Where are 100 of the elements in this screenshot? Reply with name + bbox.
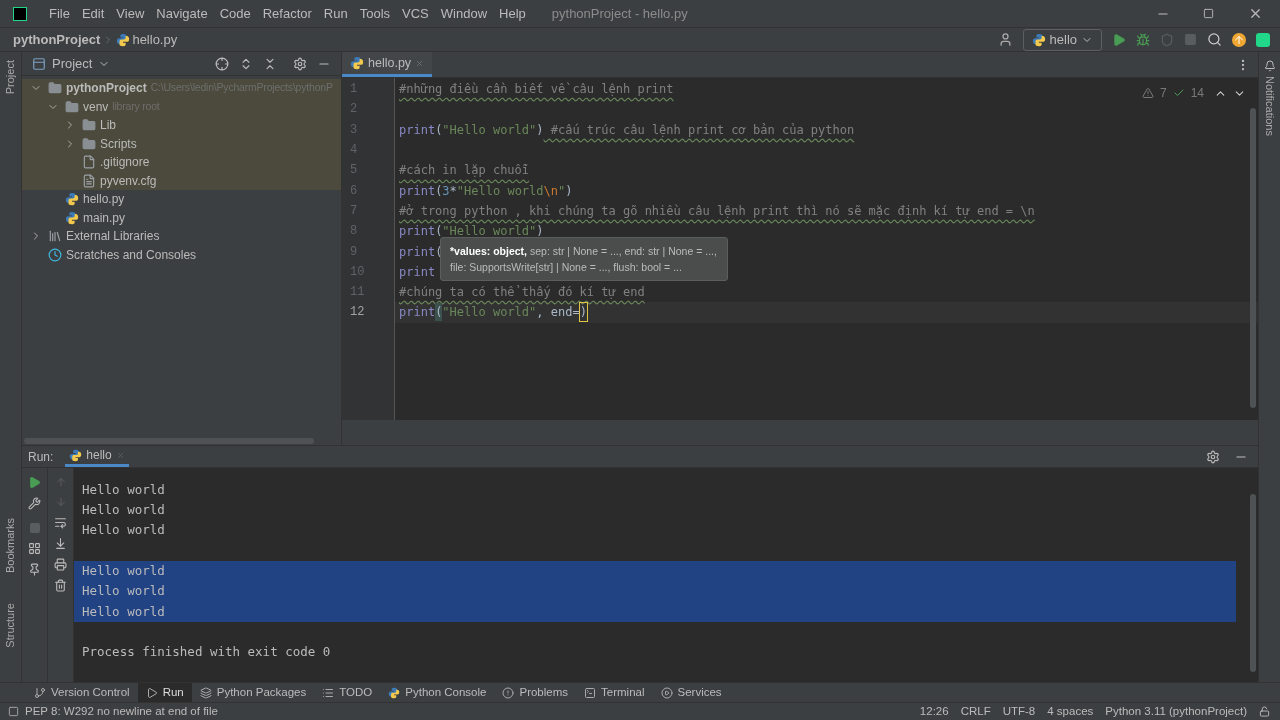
wrap-icon[interactable] (54, 516, 67, 529)
menu-item[interactable]: Navigate (150, 3, 214, 24)
side-strip-tab[interactable]: Structure (2, 603, 19, 648)
tool-window-tab[interactable]: Run (137, 683, 192, 702)
folder-icon (48, 81, 62, 96)
settings-icon[interactable] (293, 56, 307, 71)
check-count[interactable]: 14 (1190, 84, 1204, 102)
menu-item[interactable]: Edit (75, 3, 111, 24)
tool-window-tab[interactable]: TODO (314, 683, 381, 702)
tool-window-tab[interactable]: Terminal (576, 683, 653, 702)
tree-item-label: External Libraries (66, 228, 160, 246)
debug-icon[interactable] (1136, 32, 1150, 47)
user-icon[interactable] (997, 32, 1013, 47)
run-config-dropdown[interactable]: hello (1022, 28, 1102, 51)
tree-item[interactable]: hello.py (22, 190, 341, 209)
scrollbar[interactable] (24, 438, 314, 444)
settings-icon[interactable] (1206, 449, 1220, 464)
menu-item[interactable]: Help (493, 3, 532, 24)
status-item[interactable]: UTF-8 (1002, 702, 1036, 720)
code-token: #cấu trúc câu lệnh print cơ bản của python (549, 121, 855, 139)
console-output: Hello world (82, 501, 165, 520)
layers-icon (199, 686, 212, 699)
project-strip-tab[interactable]: Project (2, 60, 19, 95)
scrollbar[interactable] (1250, 494, 1256, 672)
editor-tab[interactable]: hello.py (342, 52, 433, 77)
tool-window-tab[interactable]: Problems (494, 683, 577, 702)
menu-item[interactable]: Window (434, 3, 494, 24)
print-icon[interactable] (54, 558, 67, 571)
tree-item[interactable]: main.py (22, 208, 341, 227)
layout-icon[interactable] (28, 542, 41, 555)
search-icon[interactable] (1207, 32, 1222, 47)
code-token: " (558, 182, 566, 200)
scroll-end-icon[interactable] (54, 537, 67, 550)
alert-icon (502, 686, 515, 699)
panel-toggle-icon[interactable] (8, 706, 19, 717)
warning-icon[interactable] (1141, 87, 1154, 99)
tool-window-tab[interactable]: Python Packages (191, 683, 315, 702)
scrollbar[interactable] (1250, 108, 1256, 408)
menu-item[interactable]: Run (317, 3, 354, 24)
menu-item[interactable]: File (43, 3, 76, 24)
status-item[interactable]: CRLF (960, 702, 991, 720)
check-icon[interactable] (1172, 87, 1185, 99)
console-output: Hello world (82, 521, 165, 540)
menu-item[interactable]: Code (213, 3, 257, 24)
code-token: ( (435, 182, 443, 200)
update-icon[interactable] (1232, 32, 1246, 47)
code-token: print (399, 121, 436, 139)
status-item[interactable]: 4 spaces (1047, 702, 1094, 720)
notifications-strip-tab[interactable]: Notifications (1261, 76, 1278, 136)
code-token: #những điều cần biết về câu lệnh print (399, 81, 674, 99)
run-panel-label: Run: (28, 448, 54, 466)
list-icon (322, 686, 335, 699)
tree-item[interactable]: .gitignore (22, 153, 341, 172)
wrench-icon[interactable] (28, 497, 41, 510)
tree-item[interactable]: Scratches and Consoles (22, 245, 341, 264)
code-token: #cách in lặp chuỗi (399, 162, 530, 180)
side-strip-tab[interactable]: Bookmarks (2, 518, 19, 574)
warning-count[interactable]: 7 (1159, 84, 1167, 102)
tool-window-tab[interactable]: Python Console (380, 683, 495, 702)
breadcrumb-file[interactable]: hello.py (132, 29, 178, 50)
folder-icon (82, 136, 96, 151)
code-token: ( (435, 243, 443, 261)
tree-item[interactable]: External Libraries (22, 227, 341, 246)
menu-item[interactable]: Refactor (256, 3, 318, 24)
code-token: ) (579, 303, 587, 322)
breadcrumb-project[interactable]: pythonProject (13, 29, 101, 50)
menu-item[interactable]: View (110, 3, 151, 24)
locate-icon[interactable] (215, 56, 229, 71)
console-output: Hello world (82, 561, 165, 580)
console-output: Hello world (82, 480, 165, 499)
ide-logo[interactable] (1256, 32, 1270, 47)
code-token: * (449, 182, 457, 200)
menu-item[interactable]: Tools (353, 3, 397, 24)
rerun-icon[interactable] (28, 476, 41, 489)
panel-title[interactable]: Project (52, 53, 93, 74)
code-token: 3 (442, 182, 450, 200)
bell-icon[interactable] (1263, 60, 1276, 72)
run-icon[interactable] (1112, 32, 1126, 47)
lock-icon[interactable] (1259, 706, 1270, 717)
tree-item[interactable]: Lib (22, 116, 341, 135)
code-token: ) (536, 223, 544, 241)
collapse-all-icon[interactable] (263, 56, 277, 71)
maximize-icon[interactable] (1203, 8, 1214, 19)
python-file-icon (1031, 32, 1046, 47)
pin-icon[interactable] (28, 563, 41, 576)
python-file-icon (69, 448, 83, 462)
code-token: ( (435, 121, 443, 139)
tool-window-tab[interactable]: Version Control (26, 683, 138, 702)
play-icon (145, 686, 158, 699)
tree-item-label: hello.py (83, 191, 125, 209)
code-token: , end= (536, 304, 580, 322)
tree-item-label: .gitignore (100, 154, 150, 172)
menu-item[interactable]: VCS (396, 3, 435, 24)
close-icon[interactable] (1248, 6, 1263, 21)
line-number: 12 (350, 304, 365, 322)
status-item[interactable]: Python 3.11 (pythonProject) (1105, 702, 1247, 720)
status-item[interactable]: 12:26 (919, 702, 949, 720)
code-token: print (399, 223, 436, 241)
trash-icon[interactable] (54, 579, 67, 592)
tool-window-tab[interactable]: Services (652, 683, 730, 702)
